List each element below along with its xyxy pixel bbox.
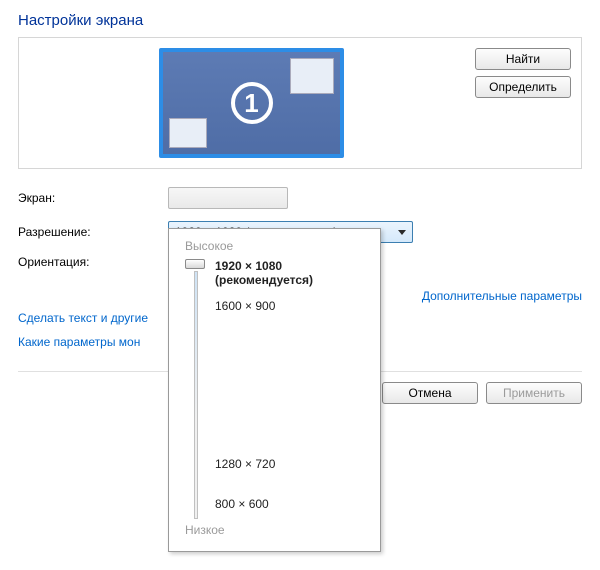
- monitor-preview[interactable]: 1: [159, 48, 344, 158]
- resolution-option[interactable]: 1920 × 1080 (рекомендуется): [215, 259, 370, 277]
- apply-button[interactable]: Применить: [486, 382, 582, 404]
- orientation-label: Ориентация:: [18, 255, 168, 269]
- page-title: Настройки экрана: [18, 12, 582, 29]
- low-label: Низкое: [185, 523, 370, 537]
- find-button[interactable]: Найти: [475, 48, 571, 70]
- preview-window-icon: [290, 58, 334, 94]
- resolution-option[interactable]: 800 × 600: [215, 497, 370, 515]
- preview-window-icon: [169, 118, 207, 148]
- screen-label: Экран:: [18, 191, 168, 205]
- screen-select[interactable]: [168, 187, 288, 209]
- slider-track[interactable]: [194, 271, 198, 519]
- high-label: Высокое: [185, 239, 370, 253]
- advanced-params-link[interactable]: Дополнительные параметры: [422, 289, 582, 303]
- resolution-option[interactable]: 1280 × 720: [215, 457, 370, 475]
- monitor-preview-panel: 1 Найти Определить: [18, 37, 582, 169]
- monitor-number: 1: [231, 82, 273, 124]
- cancel-button[interactable]: Отмена: [382, 382, 478, 404]
- resolution-option[interactable]: 1600 × 900: [215, 299, 370, 317]
- resolution-label: Разрешение:: [18, 225, 168, 239]
- slider-thumb[interactable]: [185, 259, 205, 269]
- detect-button[interactable]: Определить: [475, 76, 571, 98]
- chevron-down-icon: [398, 230, 406, 235]
- resolution-popup: Высокое 1920 × 1080 (рекомендуется) 1600…: [168, 228, 381, 552]
